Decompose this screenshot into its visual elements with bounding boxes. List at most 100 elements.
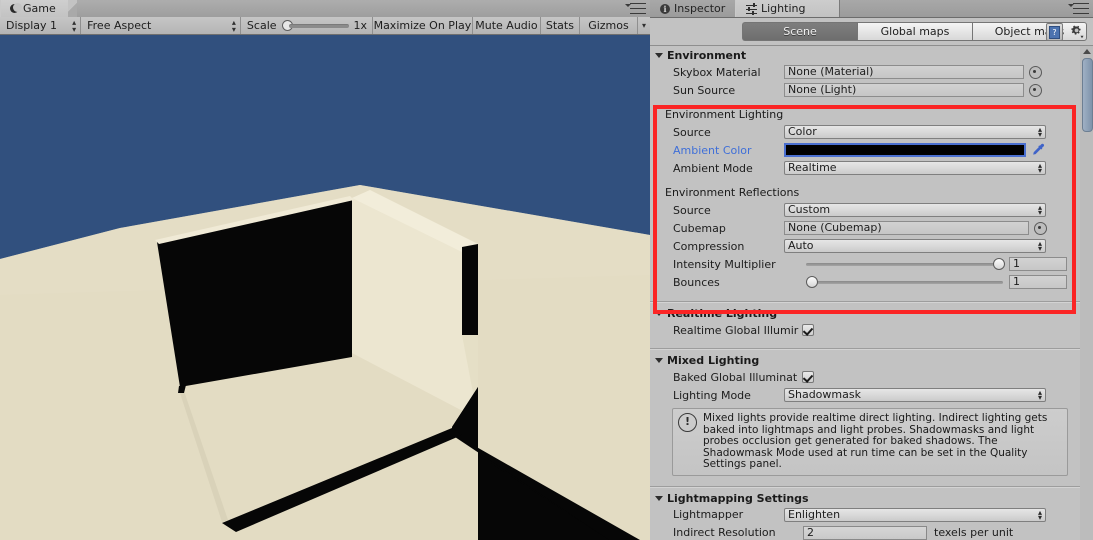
section-divider-highlight bbox=[650, 349, 1080, 350]
gizmos-button[interactable]: Gizmos bbox=[580, 17, 639, 34]
value-bounces[interactable]: 1 bbox=[1009, 275, 1067, 289]
row-intensity-multiplier: Intensity Multiplier 1 bbox=[650, 255, 1080, 273]
panel-menu-icon[interactable] bbox=[1068, 3, 1089, 14]
tab-scene[interactable]: Scene bbox=[742, 22, 857, 41]
dropdown-el-source[interactable]: Color ▴ ▾ bbox=[784, 125, 1046, 139]
stats-button[interactable]: Stats bbox=[541, 17, 580, 34]
tab-global-maps[interactable]: Global maps bbox=[857, 22, 972, 41]
chevron-down-icon: ▾ bbox=[642, 21, 647, 30]
display-dropdown[interactable]: Display 1 ▴ ▾ bbox=[0, 17, 82, 34]
tab-game-label: Game bbox=[23, 2, 56, 15]
maximize-on-play-button[interactable]: Maximize On Play bbox=[373, 17, 473, 34]
row-bounces: Bounces 1 bbox=[650, 273, 1080, 291]
scale-slider[interactable] bbox=[281, 20, 349, 31]
vertical-scrollbar[interactable] bbox=[1079, 46, 1093, 540]
game-viewport[interactable] bbox=[0, 35, 650, 540]
section-lightmapping-settings[interactable]: Lightmapping Settings bbox=[650, 491, 1080, 506]
dropdown-ambient-mode[interactable]: Realtime ▴ ▾ bbox=[784, 161, 1046, 175]
unit-indirect-resolution: texels per unit bbox=[934, 526, 1014, 539]
scale-label: Scale bbox=[246, 19, 277, 32]
dropdown-compression[interactable]: Auto ▴ ▾ bbox=[784, 239, 1046, 253]
scroll-up-arrow[interactable] bbox=[1080, 46, 1093, 57]
foldout-triangle-icon[interactable] bbox=[655, 53, 663, 58]
slider-track[interactable] bbox=[806, 262, 1003, 266]
object-picker-icon[interactable] bbox=[1029, 83, 1042, 97]
dropdown-er-source-value: Custom bbox=[788, 203, 831, 216]
object-picker-icon[interactable] bbox=[1029, 65, 1042, 79]
label-cubemap: Cubemap bbox=[673, 221, 726, 235]
gear-icon[interactable] bbox=[1068, 23, 1085, 39]
checkbox-baked-gi[interactable] bbox=[802, 371, 814, 383]
slider-track[interactable] bbox=[806, 280, 1003, 284]
dropdown-lighting-mode[interactable]: Shadowmask ▴ ▾ bbox=[784, 388, 1046, 402]
label-skybox-material: Skybox Material bbox=[673, 65, 761, 79]
maximize-on-play-label: Maximize On Play bbox=[373, 19, 472, 32]
dropdown-lightmapper[interactable]: Enlighten ▴ ▾ bbox=[784, 507, 1046, 522]
tab-inspector[interactable]: i Inspector bbox=[650, 0, 735, 17]
scale-slider-track[interactable] bbox=[288, 23, 349, 28]
game-toolbar: Display 1 ▴ ▾ Free Aspect ▴ ▾ Scale 1x Max… bbox=[0, 17, 650, 35]
row-ambient-color: Ambient Color bbox=[650, 141, 1080, 159]
tab-inspector-label: Inspector bbox=[674, 2, 726, 15]
foldout-triangle-icon[interactable] bbox=[655, 311, 663, 316]
game-tabstrip: Game bbox=[0, 0, 650, 18]
warning-icon: ! bbox=[678, 413, 697, 432]
section-environment[interactable]: Environment bbox=[650, 48, 1080, 63]
input-indirect-resolution[interactable]: 2 bbox=[803, 525, 927, 540]
mixed-lighting-help-box: ! Mixed lights provide realtime direct l… bbox=[672, 408, 1068, 476]
slider-bounces[interactable] bbox=[806, 276, 1003, 288]
chevron-updown-icon: ▴ ▾ bbox=[1037, 203, 1042, 217]
info-icon: i bbox=[660, 3, 670, 14]
field-skybox-material[interactable]: None (Material) bbox=[784, 65, 1024, 79]
slider-intensity-multiplier[interactable] bbox=[806, 258, 1005, 270]
value-intensity-multiplier[interactable]: 1 bbox=[1009, 257, 1067, 271]
chevron-updown-icon: ▴ ▾ bbox=[1037, 507, 1042, 522]
dropdown-compression-value: Auto bbox=[788, 239, 814, 252]
chevron-updown-icon: ▴ ▾ bbox=[231, 17, 236, 34]
label-ambient-mode: Ambient Mode bbox=[673, 161, 753, 175]
aspect-dropdown[interactable]: Free Aspect ▴ ▾ bbox=[81, 17, 241, 34]
slider-knob[interactable] bbox=[806, 276, 818, 288]
section-realtime-lighting[interactable]: Realtime Lighting bbox=[650, 306, 1080, 321]
help-book-icon[interactable]: ? bbox=[1046, 23, 1063, 41]
foldout-triangle-icon[interactable] bbox=[655, 495, 663, 501]
section-mixed-lighting[interactable]: Mixed Lighting bbox=[650, 353, 1080, 368]
mute-audio-button[interactable]: Mute Audio bbox=[473, 17, 541, 34]
tab-game[interactable]: Game bbox=[0, 0, 77, 17]
row-realtime-gi: Realtime Global Illumir bbox=[650, 321, 1080, 339]
color-swatch-ambient-color[interactable] bbox=[784, 143, 1026, 157]
row-indirect-resolution: Indirect Resolution 2 texels per unit bbox=[650, 524, 1080, 540]
section-lightmapping-settings-title: Lightmapping Settings bbox=[667, 491, 809, 505]
mixed-lighting-help-text: Mixed lights provide realtime direct lig… bbox=[703, 412, 1048, 470]
checkbox-realtime-gi[interactable] bbox=[802, 324, 814, 336]
row-er-source: Source Custom ▴ ▾ bbox=[650, 201, 1080, 219]
field-cubemap[interactable]: None (Cubemap) bbox=[784, 221, 1029, 235]
gizmos-label: Gizmos bbox=[588, 19, 629, 32]
panel-menu-icon[interactable] bbox=[625, 3, 646, 14]
chevron-updown-icon: ▴ ▾ bbox=[1037, 125, 1042, 139]
field-sun-source[interactable]: None (Light) bbox=[784, 83, 1024, 97]
chevron-updown-icon: ▴ ▾ bbox=[72, 17, 77, 34]
dropdown-lighting-mode-value: Shadowmask bbox=[788, 388, 861, 401]
row-baked-gi: Baked Global Illuminat bbox=[650, 368, 1080, 386]
gizmos-dropdown[interactable]: ▾ bbox=[638, 17, 650, 34]
label-lightmapper: Lightmapper bbox=[673, 508, 744, 521]
lighting-mode-bar: Scene Global maps Object maps ? bbox=[650, 18, 1093, 46]
object-picker-icon[interactable] bbox=[1034, 221, 1047, 235]
moon-icon bbox=[10, 3, 22, 13]
game-panel: Game Display 1 ▴▾ Free Aspect ▴▾ Scale bbox=[0, 0, 650, 540]
eyedropper-icon[interactable] bbox=[1031, 143, 1046, 157]
scale-slider-group[interactable]: Scale 1x bbox=[241, 17, 373, 34]
slider-knob[interactable] bbox=[993, 258, 1005, 270]
subsection-environment-reflections-title: Environment Reflections bbox=[665, 186, 800, 199]
tab-lighting[interactable]: Lighting bbox=[735, 0, 840, 17]
aspect-dropdown-label: Free Aspect bbox=[87, 19, 152, 32]
foldout-triangle-icon[interactable] bbox=[655, 358, 663, 363]
display-dropdown-label: Display 1 bbox=[6, 19, 58, 32]
row-lighting-mode: Lighting Mode Shadowmask ▴ ▾ bbox=[650, 386, 1080, 404]
tab-lighting-label: Lighting bbox=[761, 2, 806, 15]
scrollbar-thumb[interactable] bbox=[1082, 58, 1093, 132]
dropdown-er-source[interactable]: Custom ▴ ▾ bbox=[784, 203, 1046, 217]
label-baked-gi: Baked Global Illuminat bbox=[673, 370, 798, 384]
section-divider-highlight bbox=[650, 302, 1080, 303]
